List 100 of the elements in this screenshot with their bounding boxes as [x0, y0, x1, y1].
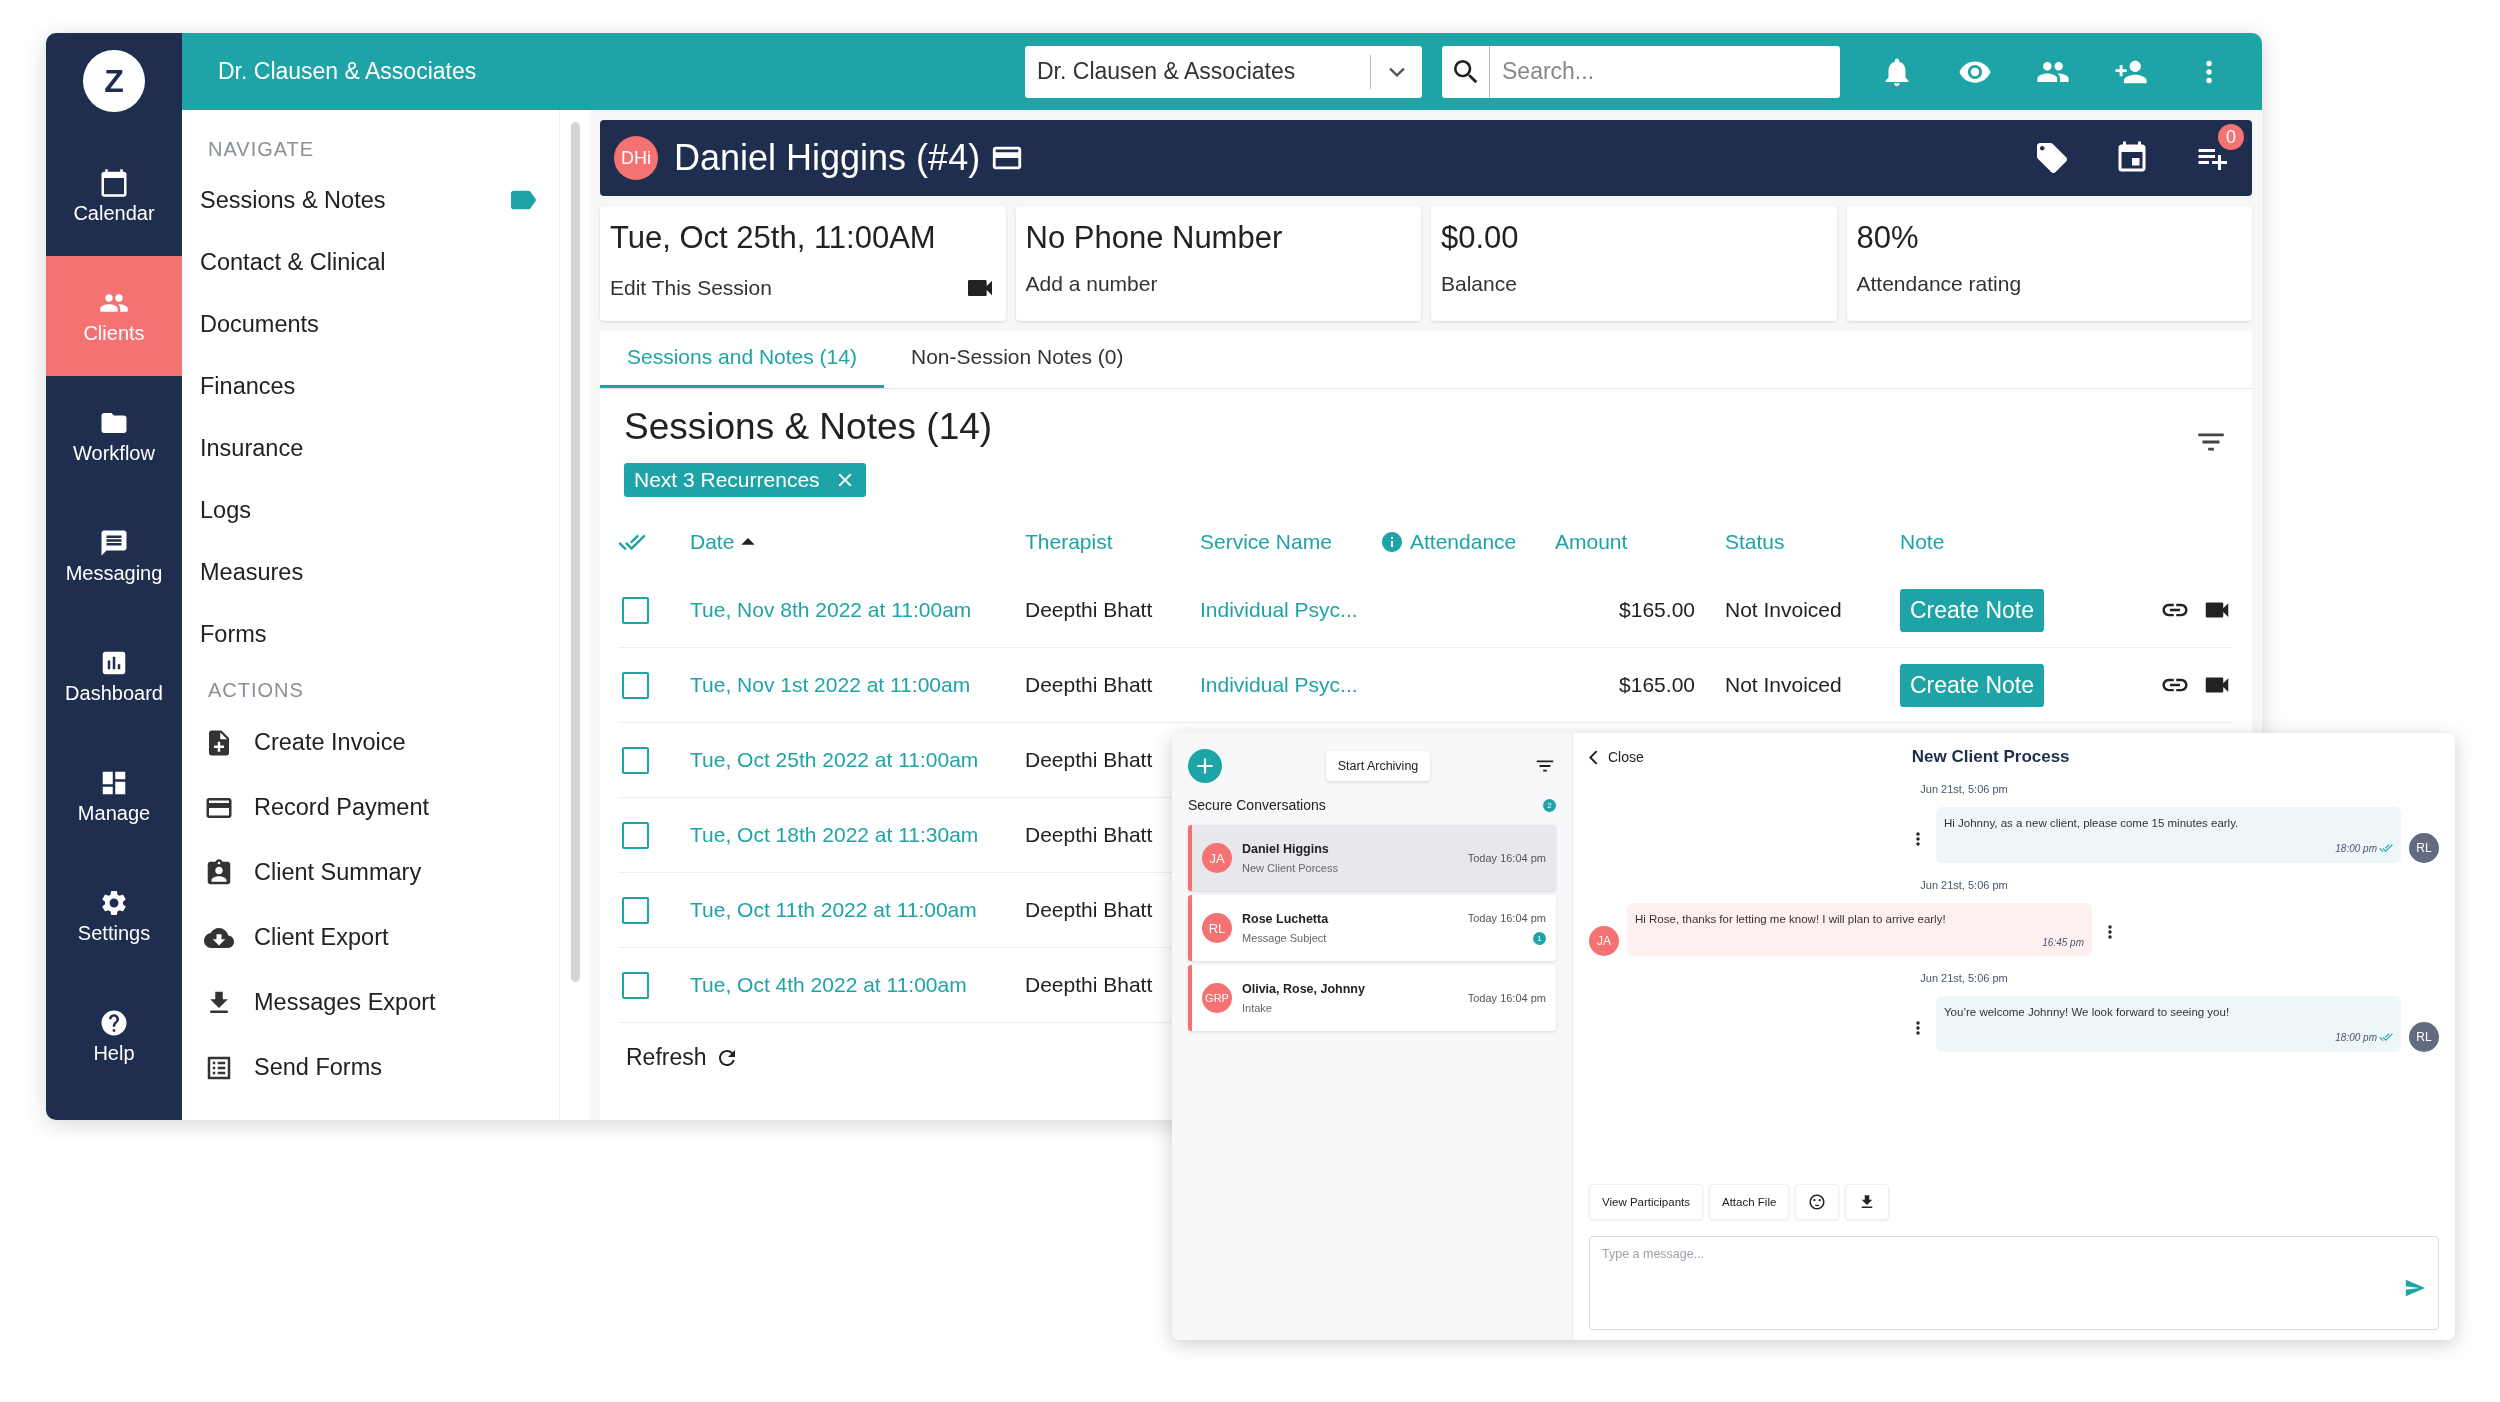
- card-value: 80%: [1856, 220, 1920, 256]
- action-item[interactable]: Create Invoice: [200, 710, 559, 775]
- sidebar-item[interactable]: Settings: [46, 856, 182, 976]
- sidebar-item[interactable]: Calendar: [46, 136, 182, 256]
- nav-item[interactable]: Insurance: [200, 417, 559, 479]
- conversation-time: Today 16:04 pm: [1467, 852, 1546, 864]
- row-checkbox[interactable]: [622, 596, 649, 624]
- avatar: RL: [2409, 833, 2439, 863]
- count-badge: 0: [2218, 124, 2244, 150]
- chat-action-button[interactable]: View Participants: [1589, 1184, 1703, 1220]
- action-item[interactable]: Client Summary: [200, 840, 559, 905]
- caret-icon: [1388, 66, 1405, 77]
- nav-item[interactable]: Logs: [200, 479, 559, 541]
- nav-item[interactable]: Sessions & Notes: [200, 169, 559, 231]
- sidebar-item[interactable]: Workflow: [46, 376, 182, 496]
- therapist-cell-text: Deepthi Bhatt: [1025, 598, 1154, 622]
- tag-icon[interactable]: [2034, 140, 2070, 176]
- nav-item[interactable]: Forms: [200, 603, 559, 665]
- double-check-icon: [2379, 841, 2393, 855]
- row-checkbox[interactable]: [622, 821, 649, 849]
- logo: Z: [83, 50, 145, 112]
- info-card[interactable]: No Phone Number Add a number: [1015, 206, 1421, 321]
- therapist-cell-text: Deepthi Bhatt: [1025, 673, 1154, 697]
- row-checkbox[interactable]: [622, 746, 649, 774]
- sidebar-item[interactable]: Messaging: [46, 496, 182, 616]
- therapist-cell-text: Deepthi Bhatt: [1025, 748, 1154, 772]
- conversation-subject: New Client Porcess: [1242, 862, 1339, 874]
- avatar: JA: [1202, 843, 1232, 873]
- unread-badge: 1: [1533, 931, 1546, 945]
- double-check-icon: [2379, 1030, 2393, 1044]
- therapist-cell-text: Deepthi Bhatt: [1025, 973, 1154, 997]
- action-item[interactable]: Client Export: [200, 905, 559, 970]
- message-time: 16:45 pm: [2042, 937, 2084, 948]
- section-heading: Sessions & Notes (14): [624, 406, 994, 448]
- conversation-item[interactable]: JA Daniel Higgins New Client Porcess Today 16:04 pm: [1188, 825, 1556, 891]
- sidebar-item[interactable]: Dashboard: [46, 616, 182, 736]
- nav-item[interactable]: Measures: [200, 541, 559, 603]
- info-card[interactable]: $0.00 Balance: [1431, 206, 1837, 321]
- practice-select[interactable]: Dr. Clausen & Associates: [1025, 45, 1422, 98]
- section-title: ACTIONS: [207, 678, 305, 703]
- nav-item[interactable]: Documents: [200, 293, 559, 355]
- avatar: RL: [1202, 913, 1232, 943]
- tab[interactable]: Non-Session Notes (0): [883, 331, 1151, 388]
- card-value: Tue, Oct 25th, 11:00AM: [610, 220, 937, 256]
- conversation-item[interactable]: RL Rose Luchetta Message Subject Today 16:04 pm 1: [1188, 895, 1556, 961]
- message-date: Jun 21st, 5:06 pm: [1919, 972, 2009, 984]
- message-date: Jun 21st, 5:06 pm: [1919, 879, 2009, 891]
- client-name: Daniel Higgins (#4): [674, 137, 981, 179]
- message-time: 18:00 pm: [2335, 842, 2377, 854]
- nav-item[interactable]: Finances: [200, 355, 559, 417]
- conversation-name: Olivia, Rose, Johnny: [1242, 982, 1366, 996]
- card-label: Add a number: [1025, 272, 1158, 296]
- therapist-cell-text: Deepthi Bhatt: [1025, 823, 1154, 847]
- nav-item[interactable]: Contact & Clinical: [200, 231, 559, 293]
- close-button[interactable]: Close: [1589, 749, 1644, 765]
- message-text: You’re welcome Johnny! We look forward to seeing you!: [1944, 1006, 2231, 1018]
- start-archiving-button[interactable]: Start Archiving: [1325, 751, 1431, 781]
- calendar-icon: [99, 167, 129, 198]
- chat-title: New Client Process: [1911, 747, 2070, 767]
- section-title: NAVIGATE: [207, 137, 316, 162]
- card-label: Attendance rating: [1856, 272, 2022, 296]
- smiley-icon: [1808, 1193, 1827, 1211]
- conversation-item[interactable]: GRP Olivia, Rose, Johnny Intake Today 16:04 pm: [1188, 965, 1556, 1031]
- status-cell-text: Not Invoiced: [1725, 673, 1843, 697]
- conversation-subject: Intake: [1242, 1002, 1273, 1014]
- send-icon[interactable]: [2404, 1277, 2426, 1299]
- message-text: Hi Johnny, as a new client, please come 15 minutes early.: [1944, 817, 2240, 829]
- sidebar-item[interactable]: Manage: [46, 736, 182, 856]
- scrollbar[interactable]: [570, 122, 580, 982]
- practice-title: Dr. Clausen & Associates: [218, 58, 478, 85]
- list-title: Secure Conversations: [1188, 797, 1326, 813]
- avatar: GRP: [1202, 983, 1232, 1013]
- info-icon[interactable]: [1380, 530, 1404, 554]
- new-conversation-button[interactable]: [1188, 749, 1222, 783]
- unread-badge: 2: [1543, 798, 1556, 812]
- conversation-time: Today 16:04 pm: [1467, 992, 1546, 1004]
- amount-cell-text: $165.00: [1618, 598, 1696, 622]
- amount-cell-text: $165.00: [1618, 673, 1696, 697]
- row-checkbox[interactable]: [622, 896, 649, 924]
- action-item[interactable]: Record Payment: [200, 775, 559, 840]
- refresh-button[interactable]: Refresh: [620, 1043, 745, 1072]
- conversation-name: Rose Luchetta: [1242, 912, 1330, 926]
- action-item[interactable]: Messages Export: [200, 970, 559, 1035]
- card-value: No Phone Number: [1025, 220, 1284, 256]
- sidebar-item[interactable]: Help: [46, 976, 182, 1096]
- info-card[interactable]: 80% Attendance rating: [1846, 206, 2252, 321]
- chat-action-button[interactable]: Attach File: [1709, 1184, 1790, 1220]
- row-checkbox[interactable]: [622, 671, 649, 699]
- conversation-time: Today 16:04 pm: [1467, 911, 1546, 924]
- download-button[interactable]: [1845, 1184, 1890, 1220]
- card-label: Edit This Session: [610, 276, 772, 300]
- row-checkbox[interactable]: [622, 971, 649, 999]
- emoji-button[interactable]: [1795, 1184, 1840, 1220]
- status-cell-text: Not Invoiced: [1725, 598, 1843, 622]
- action-item[interactable]: Send Forms: [200, 1035, 559, 1100]
- chevron-left-icon: [1589, 749, 1598, 765]
- avatar: JA: [1589, 926, 1619, 956]
- message-field[interactable]: Type a message...: [1602, 1247, 2404, 1261]
- info-card[interactable]: Tue, Oct 25th, 11:00AM Edit This Session: [600, 206, 1006, 321]
- message-box[interactable]: Type a message...: [1589, 1236, 2439, 1330]
